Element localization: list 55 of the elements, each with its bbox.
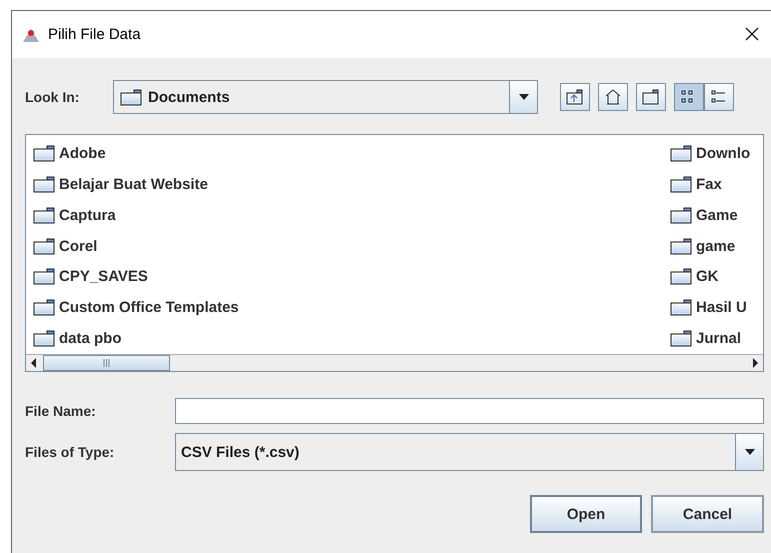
folder-icon [670, 206, 692, 224]
folder-icon [33, 268, 55, 286]
folder-item[interactable]: Adobe [26, 138, 663, 169]
folder-icon [33, 144, 55, 162]
home-icon [604, 88, 622, 106]
folder-icon [33, 330, 55, 348]
folder-item[interactable]: game [663, 230, 763, 262]
folder-item[interactable]: Custom Office Templates [26, 292, 663, 324]
dropdown-button[interactable] [735, 434, 763, 470]
folder-icon [670, 330, 692, 348]
up-button[interactable] [560, 83, 590, 111]
folder-item[interactable]: Captura [26, 200, 663, 231]
folder-item[interactable]: Corel [26, 230, 663, 262]
file-name-field[interactable] [175, 398, 764, 424]
folder-icon [33, 176, 55, 193]
file-type-label: Files of Type: [25, 444, 116, 460]
file-name-label: File Name: [25, 403, 97, 419]
folder-item[interactable]: Fax [663, 168, 763, 200]
folder-icon [33, 299, 55, 316]
details-button[interactable] [704, 83, 734, 111]
home-button[interactable] [598, 83, 628, 111]
horizontal-scrollbar[interactable] [26, 354, 763, 371]
look-in-dropdown[interactable]: Documents [113, 80, 538, 114]
folder-item[interactable]: Hasil U [663, 292, 763, 324]
folder-item[interactable]: Belajar Buat Website [26, 168, 663, 200]
new-folder-button[interactable] [636, 83, 666, 111]
dropdown-button[interactable] [509, 81, 537, 113]
folder-item[interactable]: Jurnal [663, 323, 763, 354]
list-button[interactable] [674, 83, 704, 111]
folder-up-icon [566, 88, 584, 106]
cancel-button[interactable]: Cancel [651, 495, 764, 533]
folder-item[interactable]: GK [663, 261, 763, 292]
folder-icon [33, 206, 55, 224]
right-arrow-icon [750, 358, 760, 368]
folder-icon [670, 268, 692, 286]
folder-icon [642, 88, 660, 106]
folder-item[interactable]: data pbo [26, 323, 663, 354]
folder-icon [670, 144, 692, 162]
left-arrow-icon [29, 358, 39, 368]
folder-icon [670, 176, 692, 193]
close-icon [745, 27, 759, 41]
caret-icon [518, 92, 528, 102]
file-type-dropdown[interactable]: CSV Files (*.csv) [175, 433, 764, 471]
folder-icon [120, 88, 142, 106]
folder-item[interactable]: CPY_SAVES [26, 261, 663, 292]
folder-icon [33, 238, 55, 254]
look-in-label: Look In: [25, 89, 80, 105]
folder-item[interactable]: Downlo [663, 138, 763, 169]
scroll-thumb[interactable] [43, 355, 170, 371]
window-title: Pilih File Data [48, 26, 142, 43]
folder-icon [670, 299, 692, 316]
folder-item[interactable]: Game [663, 200, 763, 231]
open-button[interactable]: Open [530, 495, 642, 533]
folder-icon [670, 238, 692, 254]
caret-icon [744, 447, 754, 457]
